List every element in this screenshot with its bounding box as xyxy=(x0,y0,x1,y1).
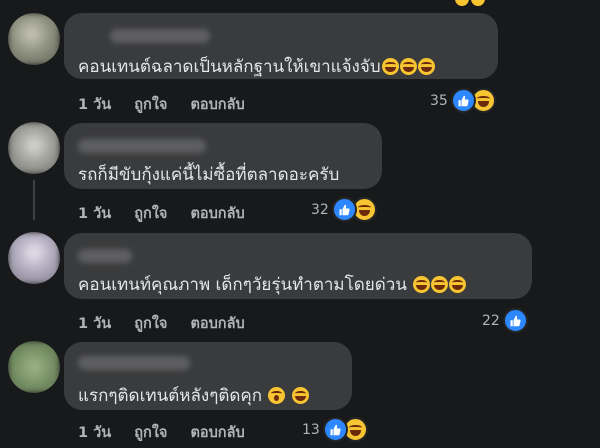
like-reaction-icon xyxy=(331,197,357,222)
rofl-emoji xyxy=(381,58,399,75)
reply-link[interactable]: ตอบกลับ xyxy=(190,425,244,441)
comment-body: คอนเทนต์ฉลาดเป็นหลักฐานให้เขาแจ้งจับ xyxy=(78,57,381,77)
timestamp[interactable]: 1 วัน xyxy=(78,425,111,441)
comment-body: แรกๆติดเทนต์หลังๆติดคุก xyxy=(78,386,263,406)
comment-actions: 1 วัน ถูกใจ ตอบกลับ xyxy=(78,312,263,335)
reply-link[interactable]: ตอบกลับ xyxy=(190,206,244,222)
comment-text: รถก็มีขับกุ้งแค่นี้ไม่ซื้อที่ตลาดอะครับ xyxy=(78,161,339,188)
reaction-summary[interactable]: 13 xyxy=(302,417,368,442)
reply-link[interactable]: ตอบกลับ xyxy=(190,97,244,113)
rofl-emoji xyxy=(399,58,417,75)
comment-body: คอนเทนท์คุณภาพ เด็กๆวัยรุ่นทำตามโดยด่วน xyxy=(78,275,407,295)
comment-text: คอนเทนท์คุณภาพ เด็กๆวัยรุ่นทำตามโดยด่วน xyxy=(78,271,467,298)
comment-bubble: คอนเทนต์ฉลาดเป็นหลักฐานให้เขาแจ้งจับ xyxy=(64,13,498,79)
reaction-summary[interactable]: 32 xyxy=(311,197,377,222)
comment-actions: 1 วัน ถูกใจ ตอบกลับ xyxy=(78,202,263,225)
screaming-face-emoji xyxy=(268,387,286,404)
reaction-summary[interactable]: 22 xyxy=(482,308,528,333)
comment-body: รถก็มีขับกุ้งแค่นี้ไม่ซื้อที่ตลาดอะครับ xyxy=(78,165,340,185)
reply-link[interactable]: ตอบกลับ xyxy=(190,316,244,332)
avatar[interactable] xyxy=(8,122,60,174)
rofl-emoji xyxy=(431,276,449,293)
comment-bubble: แรกๆติดเทนต์หลังๆติดคุก xyxy=(64,342,352,410)
reaction-count: 32 xyxy=(311,201,329,218)
comment-text: คอนเทนต์ฉลาดเป็นหลักฐานให้เขาแจ้งจับ xyxy=(78,53,435,80)
sweat-smile-emoji xyxy=(291,387,309,404)
author-name-redacted[interactable] xyxy=(78,249,132,263)
timestamp[interactable]: 1 วัน xyxy=(78,206,111,222)
rofl-emoji xyxy=(449,276,467,293)
like-reaction-icon xyxy=(322,417,348,442)
author-name-redacted[interactable] xyxy=(110,29,210,43)
thread-line xyxy=(33,180,35,220)
reaction-count: 35 xyxy=(430,92,448,109)
rofl-emoji xyxy=(417,58,435,75)
like-link[interactable]: ถูกใจ xyxy=(134,97,167,113)
like-link[interactable]: ถูกใจ xyxy=(134,316,167,332)
comment-text: แรกๆติดเทนต์หลังๆติดคุก xyxy=(78,382,309,409)
reaction-count: 22 xyxy=(482,312,500,329)
avatar[interactable] xyxy=(8,341,60,393)
author-name-redacted[interactable] xyxy=(78,139,206,153)
avatar[interactable] xyxy=(8,232,60,284)
rofl-emoji xyxy=(413,276,431,293)
avatar[interactable] xyxy=(8,13,60,65)
reaction-count: 13 xyxy=(302,421,320,438)
like-link[interactable]: ถูกใจ xyxy=(134,425,167,441)
like-link[interactable]: ถูกใจ xyxy=(134,206,167,222)
comment-bubble: คอนเทนท์คุณภาพ เด็กๆวัยรุ่นทำตามโดยด่วน xyxy=(64,233,532,299)
comment-actions: 1 วัน ถูกใจ ตอบกลับ xyxy=(78,421,263,444)
comment-bubble: รถก็มีขับกุ้งแค่นี้ไม่ซื้อที่ตลาดอะครับ xyxy=(64,123,382,189)
like-reaction-icon xyxy=(502,308,528,333)
previous-reactions-strip xyxy=(0,0,600,6)
reaction-summary[interactable]: 35 xyxy=(430,88,496,113)
comment-actions: 1 วัน ถูกใจ ตอบกลับ xyxy=(78,93,263,116)
timestamp[interactable]: 1 วัน xyxy=(78,316,111,332)
timestamp[interactable]: 1 วัน xyxy=(78,97,111,113)
author-name-redacted[interactable] xyxy=(78,356,190,370)
like-reaction-icon xyxy=(450,88,476,113)
